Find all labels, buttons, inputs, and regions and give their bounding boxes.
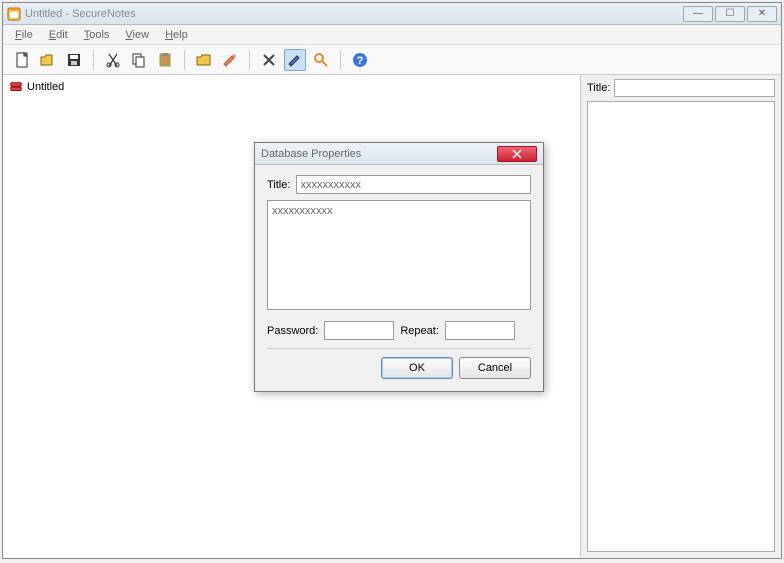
help-button[interactable]: ? bbox=[349, 49, 371, 71]
titlebar: Untitled - SecureNotes — ☐ ✕ bbox=[3, 3, 781, 25]
dialog-titlebar: Database Properties bbox=[255, 143, 543, 165]
toolbar: ? bbox=[3, 45, 781, 75]
repeat-label: Repeat: bbox=[400, 325, 439, 337]
paste-button[interactable] bbox=[154, 49, 176, 71]
search-button[interactable] bbox=[310, 49, 332, 71]
database-properties-dialog: Database Properties Title: Password: Rep… bbox=[254, 142, 544, 392]
menu-file[interactable]: File bbox=[7, 25, 41, 44]
repeat-input[interactable] bbox=[445, 321, 515, 340]
dialog-description-input[interactable] bbox=[267, 200, 531, 310]
menu-tools[interactable]: Tools bbox=[76, 25, 118, 44]
tree-root-item[interactable]: Untitled bbox=[7, 79, 576, 95]
menu-help[interactable]: Help bbox=[157, 25, 196, 44]
toolbar-separator bbox=[249, 50, 250, 70]
delete-button[interactable] bbox=[258, 49, 280, 71]
dialog-separator bbox=[267, 348, 531, 349]
toolbar-separator bbox=[340, 50, 341, 70]
right-title-input[interactable] bbox=[614, 79, 775, 97]
database-icon bbox=[9, 80, 23, 94]
app-icon bbox=[7, 7, 21, 21]
maximize-button[interactable]: ☐ bbox=[715, 6, 745, 22]
new-button[interactable] bbox=[11, 49, 33, 71]
close-icon bbox=[512, 149, 522, 159]
menubar: File Edit Tools View Help bbox=[3, 25, 781, 45]
new-note-button[interactable] bbox=[219, 49, 241, 71]
copy-button[interactable] bbox=[128, 49, 150, 71]
dialog-title-text: Database Properties bbox=[261, 148, 361, 160]
right-body-area[interactable] bbox=[587, 101, 775, 552]
window-title: Untitled - SecureNotes bbox=[25, 8, 136, 20]
open-button[interactable] bbox=[37, 49, 59, 71]
password-label: Password: bbox=[267, 325, 318, 337]
close-button[interactable]: ✕ bbox=[747, 6, 777, 22]
save-button[interactable] bbox=[63, 49, 85, 71]
right-title-label: Title: bbox=[587, 82, 610, 94]
dialog-title-input[interactable] bbox=[296, 175, 531, 194]
svg-text:?: ? bbox=[357, 55, 364, 67]
dialog-title-label: Title: bbox=[267, 179, 290, 191]
cut-button[interactable] bbox=[102, 49, 124, 71]
minimize-button[interactable]: — bbox=[683, 6, 713, 22]
dialog-close-button[interactable] bbox=[497, 146, 537, 162]
new-folder-button[interactable] bbox=[193, 49, 215, 71]
menu-edit[interactable]: Edit bbox=[41, 25, 76, 44]
right-panel: Title: bbox=[581, 75, 781, 558]
toolbar-separator bbox=[184, 50, 185, 70]
ok-button[interactable]: OK bbox=[381, 357, 453, 379]
password-input[interactable] bbox=[324, 321, 394, 340]
menu-view[interactable]: View bbox=[117, 25, 157, 44]
edit-button[interactable] bbox=[284, 49, 306, 71]
tree-root-label: Untitled bbox=[27, 81, 64, 93]
cancel-button[interactable]: Cancel bbox=[459, 357, 531, 379]
toolbar-separator bbox=[93, 50, 94, 70]
